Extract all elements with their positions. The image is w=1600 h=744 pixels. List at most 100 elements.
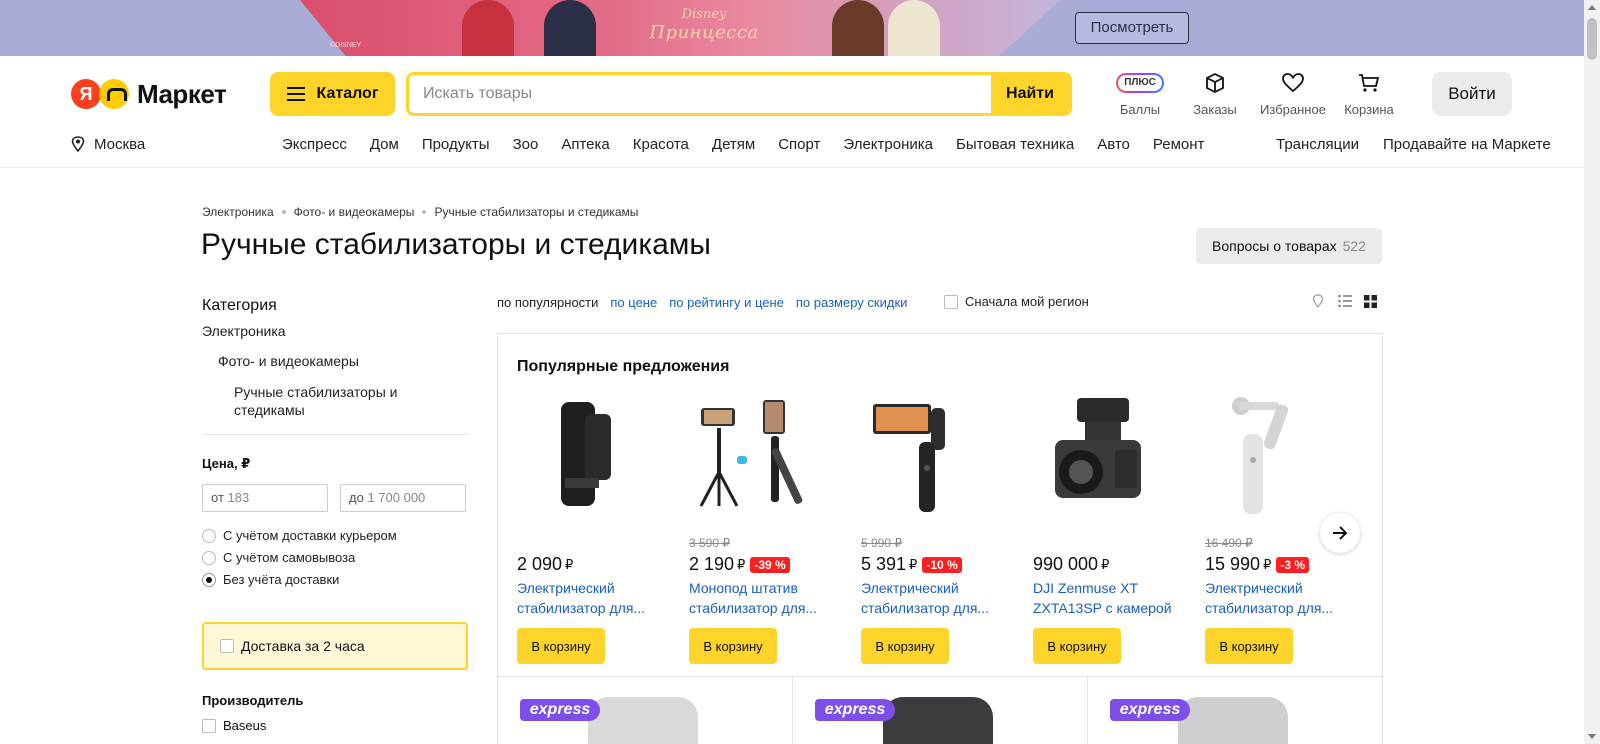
breadcrumb-item[interactable]: Фото- и видеокамеры bbox=[294, 205, 415, 219]
product-name[interactable]: Монопод штатив стабилизатор для... bbox=[689, 578, 839, 618]
delivery-option-pickup[interactable]: С учётом самовывоза bbox=[202, 550, 355, 565]
grid-product-card[interactable]: express bbox=[1088, 677, 1383, 744]
scrollbar-thumb[interactable] bbox=[1587, 18, 1597, 60]
nav-broadcasts[interactable]: Трансляции bbox=[1276, 136, 1359, 153]
nav-pharmacy[interactable]: Аптека bbox=[561, 136, 609, 153]
delivery-option-courier[interactable]: С учётом доставки курьером bbox=[202, 528, 397, 543]
sort-discount[interactable]: по размеру скидки bbox=[796, 295, 908, 310]
product-image[interactable] bbox=[1178, 697, 1288, 744]
favorites-link[interactable]: Избранное bbox=[1258, 70, 1328, 117]
nav-appliances[interactable]: Бытовая техника bbox=[956, 136, 1074, 153]
price-value: 15 990 bbox=[1205, 554, 1261, 574]
manufacturer-option[interactable]: Baseus bbox=[202, 718, 266, 733]
nav-home[interactable]: Дом bbox=[370, 136, 399, 153]
product-name[interactable]: Электрический стабилизатор для... bbox=[1205, 578, 1355, 618]
product-image[interactable] bbox=[517, 394, 635, 516]
cart-link[interactable]: Корзина bbox=[1334, 70, 1404, 117]
nav-express[interactable]: Экспресс bbox=[282, 136, 347, 153]
nav-sell-on-market[interactable]: Продавайте на Маркете bbox=[1383, 136, 1551, 153]
discount-badge: -10 % bbox=[922, 556, 962, 573]
currency: ₽ bbox=[1263, 556, 1272, 572]
orders-link[interactable]: Заказы bbox=[1180, 70, 1250, 117]
breadcrumb-separator bbox=[281, 210, 286, 214]
market-logo[interactable]: Я Маркет bbox=[71, 78, 227, 110]
grid-product-card[interactable]: express bbox=[793, 677, 1088, 744]
scroll-down-icon[interactable] bbox=[1588, 734, 1596, 739]
nav-beauty[interactable]: Красота bbox=[633, 136, 689, 153]
product-image[interactable] bbox=[588, 697, 698, 744]
banner-character-jasmine bbox=[544, 0, 596, 56]
banner-view-button[interactable]: Посмотреть bbox=[1075, 12, 1189, 44]
banner-character-elsa bbox=[888, 0, 940, 56]
product-image[interactable] bbox=[1033, 394, 1151, 516]
points-link[interactable]: ПЛЮС Баллы bbox=[1105, 70, 1175, 117]
arrow-right-icon bbox=[1333, 526, 1348, 540]
carousel-next-button[interactable] bbox=[1320, 513, 1360, 553]
add-to-cart-button[interactable]: В корзину bbox=[861, 628, 949, 664]
sidebar-divider bbox=[202, 434, 468, 435]
category-tree-item[interactable]: Электроника bbox=[202, 323, 468, 339]
banner-brand-logo: Disney Принцесса bbox=[648, 8, 760, 50]
box-icon bbox=[1206, 73, 1224, 93]
nav-repair[interactable]: Ремонт bbox=[1153, 136, 1205, 153]
nav-products[interactable]: Продукты bbox=[422, 136, 490, 153]
product-price: 2 090 ₽ bbox=[517, 554, 573, 575]
radio-button-selected[interactable] bbox=[202, 572, 216, 587]
express-checkbox[interactable] bbox=[220, 639, 234, 653]
product-image[interactable] bbox=[861, 394, 979, 516]
product-image[interactable] bbox=[1205, 394, 1323, 516]
radio-button[interactable] bbox=[202, 550, 216, 565]
nav-auto[interactable]: Авто bbox=[1097, 136, 1130, 153]
price-to-input[interactable]: до 1 700 000 bbox=[340, 484, 466, 512]
sort-rating-price[interactable]: по рейтингу и цене bbox=[669, 295, 784, 310]
manufacturer-label: Baseus bbox=[223, 718, 267, 733]
city-selector[interactable]: Москва bbox=[71, 134, 145, 154]
sort-price[interactable]: по цене bbox=[610, 295, 657, 310]
grid-product-card[interactable]: express bbox=[498, 677, 793, 744]
price-value: 2 190 bbox=[689, 554, 735, 574]
manufacturer-checkbox[interactable] bbox=[202, 718, 216, 733]
list-view-icon[interactable] bbox=[1338, 295, 1352, 307]
nav-electronics[interactable]: Электроника bbox=[843, 136, 933, 153]
radio-button[interactable] bbox=[202, 528, 216, 543]
nav-zoo[interactable]: Зоо bbox=[513, 136, 539, 153]
search-input[interactable] bbox=[409, 75, 991, 113]
cart-icon bbox=[1359, 74, 1380, 92]
express-delivery-filter[interactable]: Доставка за 2 часа bbox=[202, 622, 468, 670]
sort-popularity[interactable]: по популярности bbox=[497, 295, 598, 310]
delivery-option-none[interactable]: Без учёта доставки bbox=[202, 572, 339, 587]
site-header: Я Маркет Каталог Найти ПЛЮС Баллы Заказы… bbox=[0, 56, 1584, 168]
scroll-up-icon[interactable] bbox=[1588, 5, 1596, 10]
nav-kids[interactable]: Детям bbox=[712, 136, 755, 153]
add-to-cart-button[interactable]: В корзину bbox=[1205, 628, 1293, 664]
add-to-cart-button[interactable]: В корзину bbox=[517, 628, 605, 664]
product-name[interactable]: DJI Zenmuse XT ZXTA13SP с камерой bbox=[1033, 578, 1183, 618]
add-to-cart-button[interactable]: В корзину bbox=[1033, 628, 1121, 664]
add-to-cart-button[interactable]: В корзину bbox=[689, 628, 777, 664]
price-from-input[interactable]: от 183 bbox=[202, 484, 328, 512]
nav-sport[interactable]: Спорт bbox=[778, 136, 820, 153]
product-image[interactable] bbox=[689, 394, 807, 516]
breadcrumb-item[interactable]: Ручные стабилизаторы и стедикамы bbox=[434, 205, 638, 219]
breadcrumb: Электроника Фото- и видеокамеры Ручные с… bbox=[202, 205, 638, 219]
product-price: 2 190 ₽ -39 % bbox=[689, 554, 790, 575]
login-button[interactable]: Войти bbox=[1432, 72, 1512, 116]
banner-copyright: ©DISNEY bbox=[330, 42, 362, 49]
points-label: Баллы bbox=[1119, 102, 1161, 117]
map-pin-icon[interactable] bbox=[1312, 294, 1324, 308]
breadcrumb-item[interactable]: Электроника bbox=[202, 205, 274, 219]
search-button[interactable]: Найти bbox=[991, 75, 1069, 113]
promo-banner[interactable]: Disney Принцесса ©DISNEY Посмотреть bbox=[0, 0, 1584, 56]
product-name[interactable]: Электрический стабилизатор для... bbox=[861, 578, 1011, 618]
catalog-button[interactable]: Каталог bbox=[270, 72, 395, 116]
product-name[interactable]: Электрический стабилизатор для... bbox=[517, 578, 667, 618]
page-scrollbar[interactable] bbox=[1584, 0, 1600, 744]
questions-button[interactable]: Вопросы о товарах 522 bbox=[1196, 228, 1382, 264]
location-pin-icon bbox=[71, 136, 85, 152]
grid-view-icon[interactable] bbox=[1364, 294, 1377, 308]
product-image[interactable] bbox=[883, 697, 993, 744]
category-tree-item[interactable]: Фото- и видеокамеры bbox=[218, 353, 484, 369]
page-title: Ручные стабилизаторы и стедикамы bbox=[201, 228, 711, 261]
my-region-first-toggle[interactable]: Сначала мой регион bbox=[944, 294, 1089, 309]
region-checkbox[interactable] bbox=[944, 294, 958, 309]
